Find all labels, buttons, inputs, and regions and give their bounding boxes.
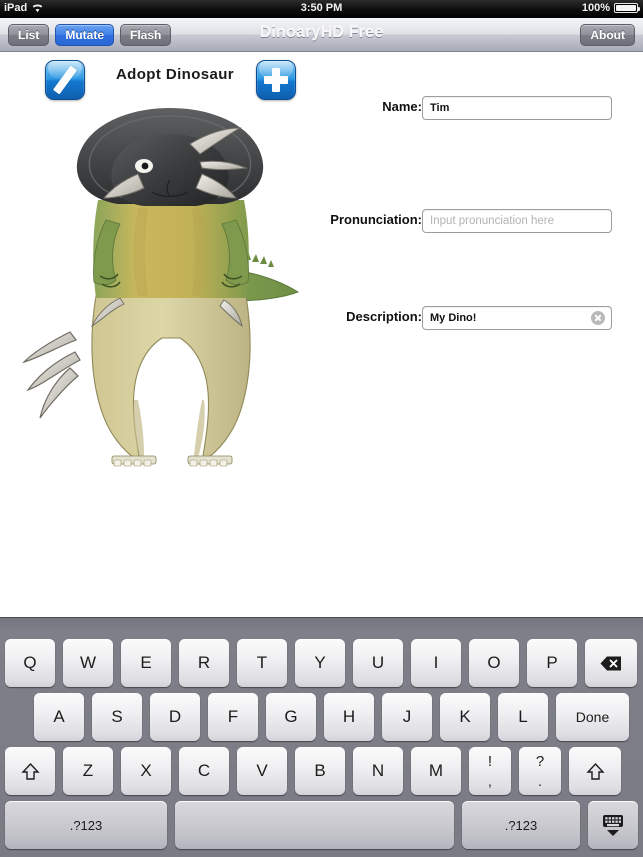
key-u[interactable]: U xyxy=(353,639,403,687)
key-n[interactable]: N xyxy=(353,747,403,795)
key-h[interactable]: H xyxy=(324,693,374,741)
space-key[interactable] xyxy=(175,801,454,849)
tab-list[interactable]: List xyxy=(8,24,50,46)
key-m[interactable]: M xyxy=(411,747,461,795)
key-question-period[interactable]: ? . xyxy=(519,747,561,795)
backspace-key[interactable] xyxy=(585,639,637,687)
pronunciation-field-row: Pronunciation: Input pronunciation here xyxy=(325,209,625,233)
key-a[interactable]: A xyxy=(34,693,84,741)
description-label: Description: xyxy=(346,309,422,324)
shift-icon xyxy=(585,762,605,780)
status-bar-time: 3:50 PM xyxy=(300,2,343,14)
numeric-key-left[interactable]: .?123 xyxy=(5,801,167,849)
shift-icon xyxy=(20,762,40,780)
backspace-icon xyxy=(600,656,621,670)
key-r[interactable]: R xyxy=(179,639,229,687)
slash-icon-button[interactable] xyxy=(45,60,85,100)
key-comma-label: , xyxy=(488,773,492,789)
clear-circle-x-icon[interactable] xyxy=(591,311,605,325)
key-period-label: . xyxy=(538,773,542,789)
content-area: Adopt Dinosaur Name: Tim Pronunciation: … xyxy=(0,52,643,617)
name-input[interactable]: Tim xyxy=(422,96,612,120)
shift-key-right[interactable] xyxy=(569,747,621,795)
key-k[interactable]: K xyxy=(440,693,490,741)
name-label: Name: xyxy=(382,99,422,114)
key-l[interactable]: L xyxy=(498,693,548,741)
key-e[interactable]: E xyxy=(121,639,171,687)
key-exclamation-comma[interactable]: ! , xyxy=(469,747,511,795)
dinosaur-composite-image[interactable] xyxy=(20,100,320,490)
slash-icon xyxy=(52,65,78,95)
status-bar-right: 100% xyxy=(581,2,640,14)
key-x[interactable]: X xyxy=(121,747,171,795)
keyboard-row-3: Z X C V B N M ! , ? . xyxy=(0,747,643,795)
segmented-control: List Mutate Flash xyxy=(8,24,172,46)
tab-mutate[interactable]: Mutate xyxy=(55,24,115,46)
key-d[interactable]: D xyxy=(150,693,200,741)
done-key[interactable]: Done xyxy=(556,693,629,741)
key-z[interactable]: Z xyxy=(63,747,113,795)
key-question-label: ? xyxy=(535,753,545,770)
adopt-form: Name: Tim Pronunciation: Input pronuncia… xyxy=(325,82,625,330)
hide-keyboard-icon xyxy=(602,814,624,836)
keyboard-row-4: .?123 .?123 xyxy=(0,801,643,849)
battery-percent-label: 100% xyxy=(581,2,610,14)
dinosaur-svg xyxy=(21,108,300,467)
key-s[interactable]: S xyxy=(92,693,142,741)
name-field-row: Name: Tim xyxy=(325,96,625,120)
key-o[interactable]: O xyxy=(469,639,519,687)
plus-icon-button[interactable] xyxy=(256,60,296,100)
shift-key-left[interactable] xyxy=(5,747,55,795)
key-f[interactable]: F xyxy=(208,693,258,741)
key-i[interactable]: I xyxy=(411,639,461,687)
key-j[interactable]: J xyxy=(382,693,432,741)
pronunciation-label: Pronunciation: xyxy=(330,212,422,227)
key-y[interactable]: Y xyxy=(295,639,345,687)
key-c[interactable]: C xyxy=(179,747,229,795)
keyboard-row-1: Q W E R T Y U I O P xyxy=(0,639,643,687)
key-exclamation-label: ! xyxy=(487,753,493,770)
numeric-key-right[interactable]: .?123 xyxy=(462,801,580,849)
description-field-row: Description: My Dino! xyxy=(325,306,625,330)
app-toolbar: DinoaryHD Free List Mutate Flash About xyxy=(0,18,643,52)
key-p[interactable]: P xyxy=(527,639,577,687)
hide-keyboard-key[interactable] xyxy=(588,801,638,849)
description-input[interactable]: My Dino! xyxy=(422,306,612,330)
on-screen-keyboard: Q W E R T Y U I O P A S D F G H J K L Do… xyxy=(0,617,643,857)
battery-full-icon xyxy=(614,3,640,13)
key-v[interactable]: V xyxy=(237,747,287,795)
tab-flash[interactable]: Flash xyxy=(120,24,172,46)
key-g[interactable]: G xyxy=(266,693,316,741)
key-q[interactable]: Q xyxy=(5,639,55,687)
status-bar: iPad 3:50 PM 100% xyxy=(0,0,643,18)
key-b[interactable]: B xyxy=(295,747,345,795)
ipad-screen: iPad 3:50 PM 100% DinoaryHD Free List Mu… xyxy=(0,0,643,857)
key-t[interactable]: T xyxy=(237,639,287,687)
section-title: Adopt Dinosaur xyxy=(115,66,235,83)
about-button[interactable]: About xyxy=(580,24,635,46)
keyboard-row-2: A S D F G H J K L Done xyxy=(0,693,643,741)
adopt-header: Adopt Dinosaur xyxy=(0,52,320,102)
key-w[interactable]: W xyxy=(63,639,113,687)
pronunciation-input[interactable]: Input pronunciation here xyxy=(422,209,612,233)
